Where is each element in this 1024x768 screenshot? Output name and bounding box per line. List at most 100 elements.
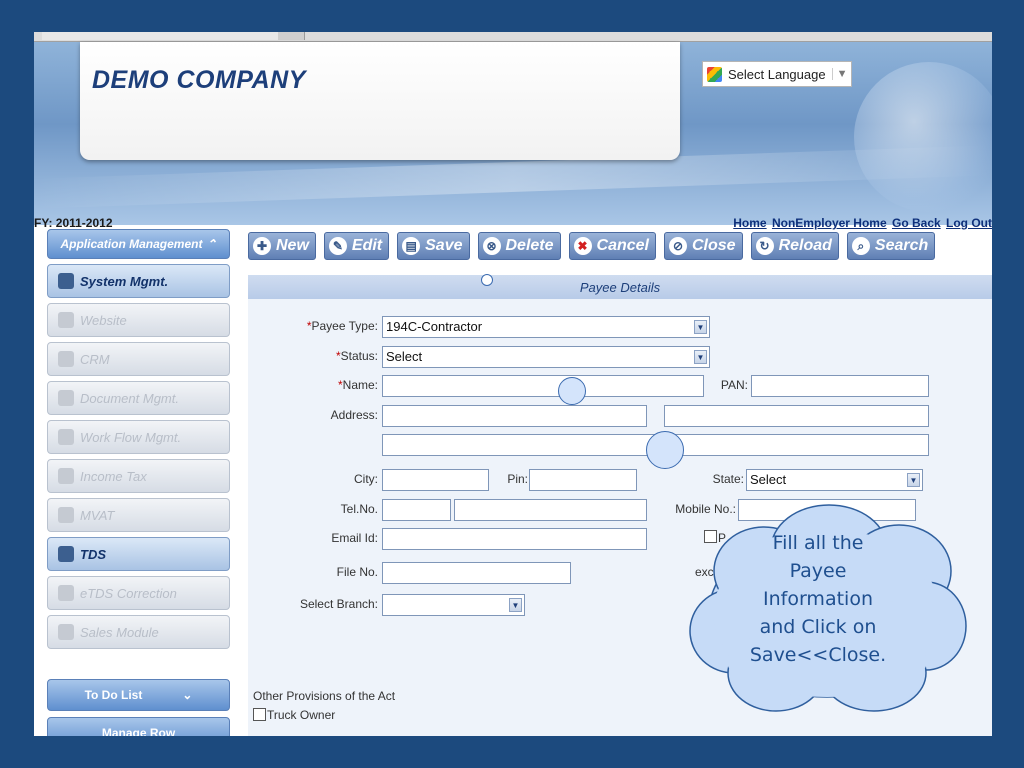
edit-label: Edit [351,237,383,254]
save-button[interactable]: ▤ Save [397,232,470,260]
address-line2-field[interactable] [664,405,929,427]
chevron-down-icon: ⌄ [182,688,193,702]
google-translate-icon [707,66,722,82]
reload-label: Reload [778,237,832,254]
file-no-label: File No. [336,565,378,579]
delete-button[interactable]: ⊗ Delete [477,232,561,260]
select-language-widget[interactable]: Select Language ▼ [702,61,852,87]
chevron-down-icon: ▼ [694,350,707,364]
sidebar-item-etds-correction[interactable]: eTDS Correction [47,576,230,610]
section-title-bar: Payee Details [248,275,992,299]
payee-type-label: *Payee Type: [306,319,378,333]
address-line1-field[interactable] [382,405,647,427]
new-label: New [276,237,309,254]
name-label: *Name: [337,378,378,392]
branch-label: Select Branch: [299,597,378,611]
website-icon [58,312,74,328]
sidebar-header[interactable]: Application Management ⌃ [47,229,230,259]
other-provisions-label: Other Provisions of the Act [253,689,396,703]
sidebar-item-workflow-mgmt[interactable]: Work Flow Mgmt. [47,420,230,454]
sidebar-item-mvat[interactable]: MVAT [47,498,230,532]
sidebar-manage-row[interactable]: Manage Row [47,717,230,736]
sidebar-item-label: Income Tax [80,468,147,484]
sidebar-item-document-mgmt[interactable]: Document Mgmt. [47,381,230,415]
sidebar-item-tds[interactable]: TDS [47,537,230,571]
email-field[interactable] [382,528,647,550]
tel-number-field[interactable] [454,499,647,521]
sidebar-todo-list[interactable]: To Do List ⌄ [47,679,230,711]
state-value: Select [750,472,787,487]
edit-button[interactable]: ✎ Edit [323,232,390,260]
status-label: *Status: [335,349,378,363]
home-link[interactable]: Home [733,216,766,230]
sidebar-item-label: MVAT [80,507,115,523]
globe-graphic [854,62,992,212]
workflow-icon [58,429,74,445]
city-field[interactable] [382,469,489,491]
sidebar-item-label: System Mgmt. [80,273,169,289]
cancel-icon: ✖ [573,237,592,255]
cursor-marker [481,274,493,286]
select-language-label: Select Language [728,66,826,82]
sidebar: Application Management ⌃ System Mgmt. We… [47,229,230,736]
nonemployer-home-link[interactable]: NonEmployer Home [772,216,887,230]
cancel-label: Cancel [596,237,649,254]
logo-panel: DEMO COMPANY [80,42,680,160]
name-field[interactable] [382,375,704,397]
manage-row-label: Manage Row [101,726,176,736]
sidebar-item-sales-module[interactable]: Sales Module [47,615,230,649]
address-label: Address: [330,408,378,422]
highlight-marker [558,377,586,405]
browser-new-tab[interactable] [278,32,305,40]
delete-label: Delete [505,237,554,254]
browser-tab[interactable] [42,32,279,40]
sidebar-item-system-mgmt[interactable]: System Mgmt. [47,264,230,298]
sidebar-item-label: eTDS Correction [80,585,177,601]
dropdown-arrow-icon: ▼ [831,68,847,80]
search-icon: ⌕ [851,237,870,255]
payee-type-select[interactable]: 194C-Contractor ▼ [382,316,710,338]
state-select[interactable]: Select ▼ [746,469,923,491]
reload-button[interactable]: ↻ Reload [750,232,839,260]
sidebar-item-income-tax[interactable]: Income Tax [47,459,230,493]
toolbar: ✚ New ✎ Edit ▤ Save ⊗ Delete ✖ Cancel ⊘ Close … [248,232,936,266]
chevron-down-icon: ▼ [509,598,522,612]
callout-line-2: Payee [790,560,847,582]
search-button[interactable]: ⌕ Search [846,232,936,260]
file-no-field[interactable] [382,562,571,584]
go-back-link[interactable]: Go Back [892,216,941,230]
sidebar-item-label: Work Flow Mgmt. [80,429,182,445]
tel-label: Tel.No. [340,502,378,516]
chevron-up-icon: ⌃ [206,237,217,251]
truck-owner-checkbox[interactable] [253,708,266,721]
branch-select[interactable]: ▼ [382,594,525,616]
cancel-button[interactable]: ✖ Cancel [568,232,656,260]
instruction-callout: Fill all the Payee Information and Click… [689,504,967,712]
close-button[interactable]: ⊘ Close [664,232,743,260]
sidebar-item-label: CRM [80,351,110,367]
tel-code-field[interactable] [382,499,451,521]
browser-tab-strip [34,32,992,42]
sidebar-item-label: Website [80,312,127,328]
page-header: DEMO COMPANY Select Language ▼ FY: 2011-… [34,42,992,230]
callout-line-4: and Click on [760,616,877,638]
mvat-icon [58,507,74,523]
sidebar-item-website[interactable]: Website [47,303,230,337]
status-select[interactable]: Select ▼ [382,346,710,368]
pan-field[interactable] [751,375,929,397]
delete-icon: ⊗ [482,237,501,255]
save-label: Save [425,237,463,254]
status-value: Select [386,349,423,364]
search-label: Search [874,237,929,254]
callout-line-5: Save<<Close. [750,644,886,666]
new-button[interactable]: ✚ New [248,232,316,260]
todo-label: To Do List [84,688,143,702]
pin-field[interactable] [529,469,637,491]
new-icon: ✚ [253,237,271,255]
log-out-link[interactable]: Log Out [946,216,992,230]
sidebar-item-crm[interactable]: CRM [47,342,230,376]
close-label: Close [692,237,736,254]
etds-icon [58,585,74,601]
crm-icon [58,351,74,367]
close-icon: ⊘ [669,237,687,255]
